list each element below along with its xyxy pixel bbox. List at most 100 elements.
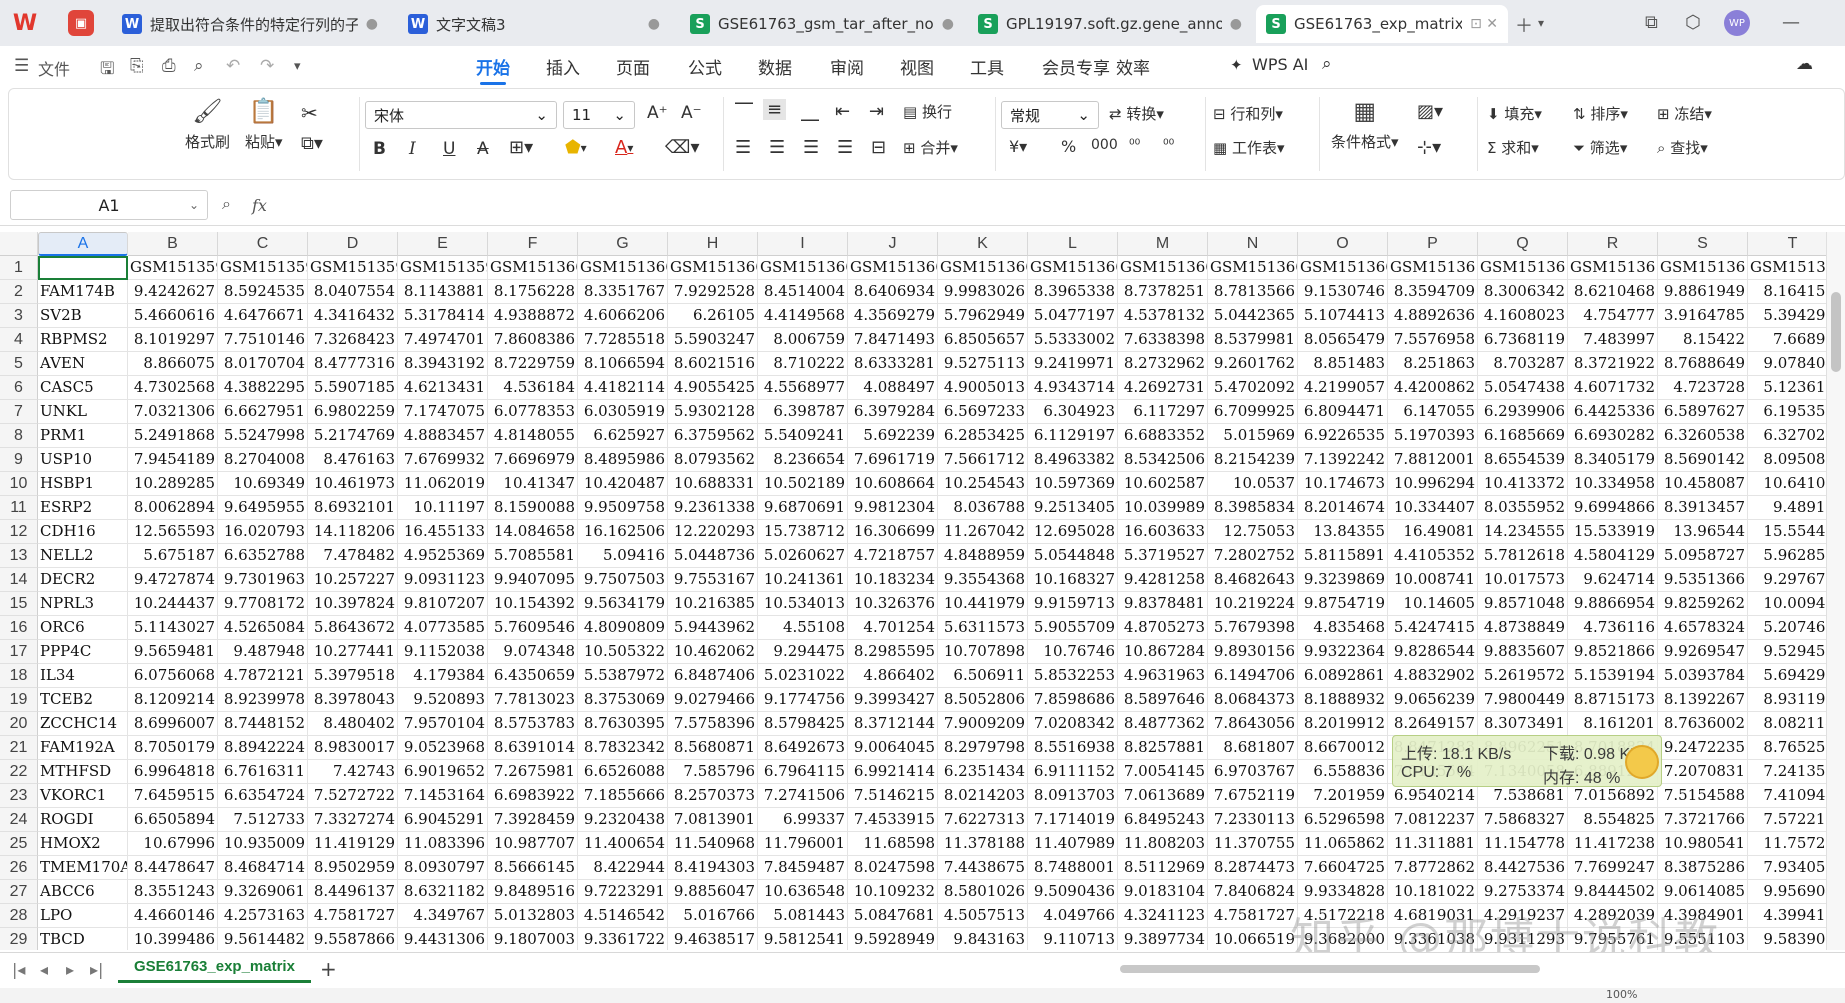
print-icon[interactable]: ⎙ — [162, 56, 176, 76]
value-cell[interactable]: 8.2649157 — [1388, 712, 1478, 736]
gene-cell[interactable]: ABCC6 — [38, 880, 128, 904]
value-cell[interactable]: 10.11197 — [398, 496, 488, 520]
value-cell[interactable]: 9.843163 — [938, 928, 1028, 950]
value-cell[interactable]: 4.8148055 — [488, 424, 578, 448]
row-header[interactable]: 28 — [0, 904, 38, 928]
table-style-icon[interactable]: ⊹▾ — [1417, 137, 1441, 158]
value-cell[interactable]: 5.8115891 — [1298, 544, 1388, 568]
value-cell[interactable]: 6.7616311 — [218, 760, 308, 784]
value-cell[interactable]: 5.9443962 — [668, 616, 758, 640]
value-cell[interactable]: 6.9019652 — [398, 760, 488, 784]
value-cell[interactable]: 5.4247415 — [1388, 616, 1478, 640]
value-cell[interactable]: 6.506911 — [938, 664, 1028, 688]
value-cell[interactable]: 5.9055709 — [1028, 616, 1118, 640]
value-cell[interactable]: 8.0930797 — [398, 856, 488, 880]
search-icon[interactable]: ⌕ — [1322, 54, 1332, 74]
hamburger-icon[interactable]: ☰ — [14, 56, 29, 76]
value-cell[interactable]: 6.625927 — [578, 424, 668, 448]
value-cell[interactable]: 4.9055425 — [668, 376, 758, 400]
value-cell[interactable]: 10.066519 — [1208, 928, 1298, 950]
value-cell[interactable]: 9.2601762 — [1208, 352, 1298, 376]
wps-ai-icon[interactable]: ✦ — [1230, 56, 1243, 74]
value-cell[interactable]: 7.7510146 — [218, 328, 308, 352]
value-cell[interactable]: 8.161201 — [1568, 712, 1658, 736]
value-cell[interactable]: 9.2472235 — [1658, 736, 1748, 760]
value-cell[interactable]: 5.8643672 — [308, 616, 398, 640]
value-cell[interactable]: 6.6526088 — [578, 760, 668, 784]
value-cell[interactable]: 8.3721922 — [1568, 352, 1658, 376]
value-cell[interactable]: 8.164155 — [1748, 280, 1826, 304]
row-header[interactable]: 2 — [0, 280, 38, 304]
value-cell[interactable]: 10.399486 — [128, 928, 218, 950]
window-tab[interactable]: S GSE61763_gsm_tar_after_no ● — [680, 5, 964, 43]
increase-font-icon[interactable]: A⁺ — [647, 103, 668, 123]
value-cell[interactable]: 5.081443 — [758, 904, 848, 928]
value-cell[interactable]: 11.267042 — [938, 520, 1028, 544]
value-cell[interactable]: 10.289285 — [128, 472, 218, 496]
value-cell[interactable]: 8.3073491 — [1478, 712, 1568, 736]
align-left-icon[interactable]: ☰ — [735, 137, 751, 158]
value-cell[interactable]: 6.327024 — [1748, 424, 1826, 448]
value-cell[interactable]: 10.109232 — [848, 880, 938, 904]
value-cell[interactable]: 8.7378251 — [1118, 280, 1208, 304]
value-cell[interactable]: 9.078404 — [1748, 352, 1826, 376]
value-cell[interactable]: 9.8107207 — [398, 592, 488, 616]
value-cell[interactable]: 8.7832342 — [578, 736, 668, 760]
value-cell[interactable]: 10.181022 — [1388, 880, 1478, 904]
value-cell[interactable]: 7.0054145 — [1118, 760, 1208, 784]
value-cell[interactable]: 9.8835607 — [1478, 640, 1568, 664]
unsaved-dot-icon[interactable]: ● — [1230, 16, 1242, 32]
row-header[interactable]: 11 — [0, 496, 38, 520]
value-cell[interactable]: 8.5897646 — [1118, 688, 1208, 712]
value-cell[interactable]: 9.0279466 — [668, 688, 758, 712]
value-cell[interactable]: 10.602587 — [1118, 472, 1208, 496]
value-cell[interactable]: 8.8942224 — [218, 736, 308, 760]
value-cell[interactable]: 8.422944 — [578, 856, 668, 880]
value-cell[interactable]: 6.1129197 — [1028, 424, 1118, 448]
value-cell[interactable]: 10.326376 — [848, 592, 938, 616]
bold-icon[interactable]: B — [373, 139, 386, 159]
value-cell[interactable]: 4.0773585 — [398, 616, 488, 640]
value-cell[interactable]: 9.8259262 — [1658, 592, 1748, 616]
value-cell[interactable]: 8.5342506 — [1118, 448, 1208, 472]
worksheet-button[interactable]: ▦ 工作表 ▾ — [1213, 137, 1285, 158]
value-cell[interactable]: 6.6505894 — [128, 808, 218, 832]
value-cell[interactable]: 5.0442365 — [1208, 304, 1298, 328]
value-cell[interactable]: 6.195351 — [1748, 400, 1826, 424]
value-cell[interactable]: 9.2419971 — [1028, 352, 1118, 376]
value-cell[interactable]: 12.565593 — [128, 520, 218, 544]
value-cell[interactable]: 5.0958727 — [1658, 544, 1748, 568]
value-cell[interactable]: 10.996294 — [1388, 472, 1478, 496]
column-header[interactable]: G — [578, 232, 668, 256]
value-cell[interactable]: 7.5758396 — [668, 712, 758, 736]
header-cell[interactable]: GSM151360 — [1118, 256, 1208, 280]
value-cell[interactable]: 6.117297 — [1118, 400, 1208, 424]
header-cell[interactable]: GSM151360 — [758, 256, 848, 280]
next-sheet-icon[interactable]: ▸ — [66, 960, 74, 979]
gene-cell[interactable]: HSBP1 — [38, 472, 128, 496]
value-cell[interactable]: 10.980541 — [1658, 832, 1748, 856]
value-cell[interactable]: 9.520893 — [398, 688, 488, 712]
value-cell[interactable]: 4.6578324 — [1658, 616, 1748, 640]
value-cell[interactable]: 4.179384 — [398, 664, 488, 688]
value-cell[interactable]: 8.15422 — [1658, 328, 1748, 352]
unsaved-dot-icon[interactable]: ● — [942, 16, 954, 32]
align-middle-icon[interactable]: ≡ — [763, 99, 787, 120]
value-cell[interactable]: 9.9812304 — [848, 496, 938, 520]
value-cell[interactable]: 5.2491868 — [128, 424, 218, 448]
value-cell[interactable]: 6.558836 — [1298, 760, 1388, 784]
value-cell[interactable]: 7.9454189 — [128, 448, 218, 472]
increase-decimal-icon[interactable]: ⁰⁰ — [1129, 137, 1140, 153]
value-cell[interactable]: 5.0547438 — [1478, 376, 1568, 400]
value-cell[interactable]: 9.5587866 — [308, 928, 398, 950]
value-cell[interactable]: 7.6338398 — [1118, 328, 1208, 352]
column-header[interactable]: R — [1568, 232, 1658, 256]
value-cell[interactable]: 4.754777 — [1568, 304, 1658, 328]
value-cell[interactable]: 11.808203 — [1118, 832, 1208, 856]
value-cell[interactable]: 7.9009209 — [938, 712, 1028, 736]
value-cell[interactable]: 7.478482 — [308, 544, 398, 568]
value-cell[interactable]: 9.9983026 — [938, 280, 1028, 304]
value-cell[interactable]: 12.220293 — [668, 520, 758, 544]
value-cell[interactable]: 4.5378132 — [1118, 304, 1208, 328]
gene-cell[interactable]: NELL2 — [38, 544, 128, 568]
